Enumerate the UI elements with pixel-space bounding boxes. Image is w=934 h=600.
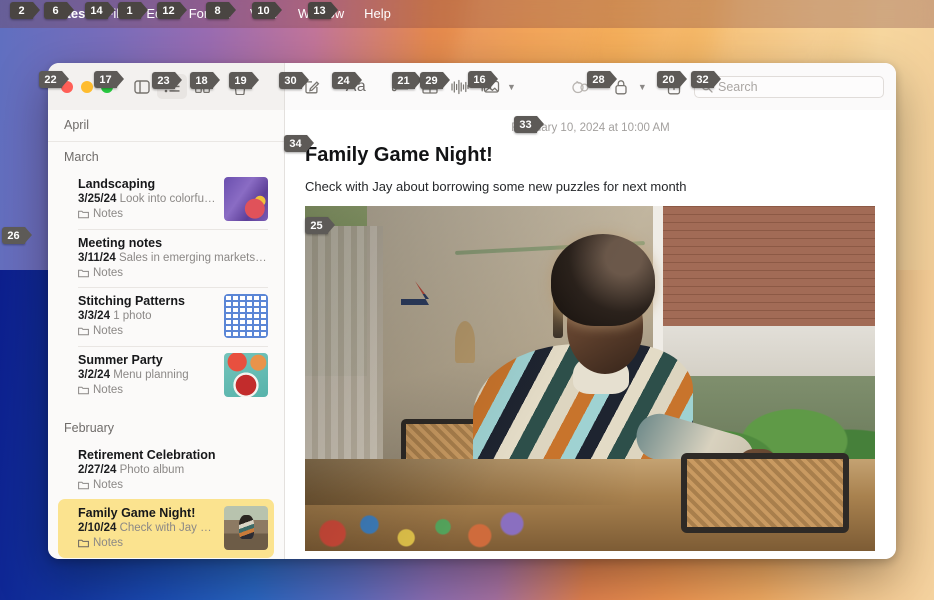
list-item[interactable]: Summer Party 3/2/24 Menu planning Notes (58, 346, 274, 405)
media-chevron-down-icon[interactable]: ▼ (507, 82, 516, 92)
note-date: 2/10/24 (78, 522, 117, 534)
sidebar-section-february: February (64, 421, 115, 435)
annotation-badge: 6 (44, 2, 74, 19)
folder-icon (78, 210, 89, 219)
note-title: Family Game Night! (78, 506, 196, 520)
note-preview: Sales in emerging markets… (118, 252, 267, 264)
list-item[interactable]: Stitching Patterns 3/3/24 1 photo Notes (58, 287, 274, 346)
menu-item-help[interactable]: Help (354, 0, 401, 28)
note-body-text: Check with Jay about borrowing some new … (305, 179, 687, 194)
annotation-badge: 26 (2, 227, 32, 244)
annotation-badge: 20 (657, 71, 687, 88)
note-thumbnail (224, 177, 268, 221)
notes-sidebar[interactable]: April March Landscaping 3/25/24 Look int… (48, 110, 285, 559)
note-thumbnail (224, 294, 268, 338)
note-title: Retirement Celebration (78, 448, 216, 462)
note-preview: Menu planning (113, 369, 189, 381)
annotation-badge: 16 (468, 71, 498, 88)
note-date: 2/27/24 (78, 464, 117, 476)
note-folder: Notes (78, 267, 268, 279)
annotation-badge: 8 (206, 2, 236, 19)
note-date: 3/11/24 (78, 252, 116, 264)
note-folder: Notes (78, 325, 216, 337)
annotation-badge: 32 (691, 71, 721, 88)
search-placeholder: Search (718, 79, 758, 94)
note-title: Summer Party (78, 353, 163, 367)
notes-window: Aa ▼ ▼ (48, 63, 896, 559)
list-item[interactable]: Retirement Celebration 2/27/24 Photo alb… (58, 441, 274, 499)
sidebar-section-march: March (64, 150, 99, 164)
minimize-icon[interactable] (81, 80, 93, 93)
note-content[interactable]: February 10, 2024 at 10:00 AM Family Gam… (285, 110, 896, 559)
note-date: 3/2/24 (78, 369, 110, 381)
annotation-badge: 14 (85, 2, 115, 19)
annotation-badge: 29 (420, 72, 450, 89)
annotation-badge: 18 (190, 72, 220, 89)
note-folder: Notes (78, 479, 268, 491)
annotation-badge: 12 (157, 2, 187, 19)
annotation-badge: 24 (332, 72, 362, 89)
annotation-badge: 19 (229, 72, 259, 89)
note-preview: Photo album (119, 464, 185, 476)
annotation-badge: 34 (284, 135, 314, 152)
annotation-badge: 17 (94, 71, 124, 88)
note-timestamp: February 10, 2024 at 10:00 AM (511, 122, 670, 134)
note-date: 3/3/24 (78, 310, 110, 322)
note-folder: Notes (78, 208, 216, 220)
annotation-badge: 33 (514, 116, 544, 133)
list-item[interactable]: Landscaping 3/25/24 Look into colorfu… N… (58, 170, 274, 229)
annotation-badge: 23 (152, 72, 182, 89)
note-date: 3/25/24 (78, 193, 117, 205)
annotation-badge: 1 (118, 2, 148, 19)
annotation-badge: 22 (39, 71, 69, 88)
folder-icon (78, 386, 89, 395)
annotation-badge: 25 (305, 217, 335, 234)
folder-icon (78, 481, 89, 490)
note-title: Stitching Patterns (78, 294, 185, 308)
note-folder: Notes (78, 384, 216, 396)
note-thumbnail (224, 353, 268, 397)
annotation-badge: 21 (392, 72, 422, 89)
note-preview: Check with Jay a… (119, 522, 216, 534)
annotation-badge: 28 (587, 71, 617, 88)
folder-icon (78, 269, 89, 278)
note-preview: 1 photo (113, 310, 152, 322)
annotation-badge: 10 (252, 2, 282, 19)
note-title: Landscaping (78, 177, 156, 191)
annotation-badge: 2 (10, 2, 40, 19)
folder-icon (78, 327, 89, 336)
list-item[interactable]: Meeting notes 3/11/24 Sales in emerging … (58, 229, 274, 287)
page-title: Family Game Night! (305, 144, 493, 166)
note-title: Meeting notes (78, 236, 163, 250)
note-thumbnail (224, 506, 268, 550)
photo-vignette (305, 206, 875, 551)
lock-chevron-down-icon[interactable]: ▼ (638, 82, 647, 92)
search-input[interactable]: Search (694, 75, 884, 98)
note-folder: Notes (78, 537, 216, 549)
folder-icon (78, 539, 89, 548)
list-item-selected[interactable]: Family Game Night! 2/10/24 Check with Ja… (58, 499, 274, 558)
sidebar-section-april: April (48, 110, 284, 142)
annotation-badge: 30 (279, 72, 309, 89)
note-photo[interactable] (305, 206, 875, 551)
annotation-badge: 13 (308, 2, 338, 19)
note-preview: Look into colorfu… (119, 193, 216, 205)
